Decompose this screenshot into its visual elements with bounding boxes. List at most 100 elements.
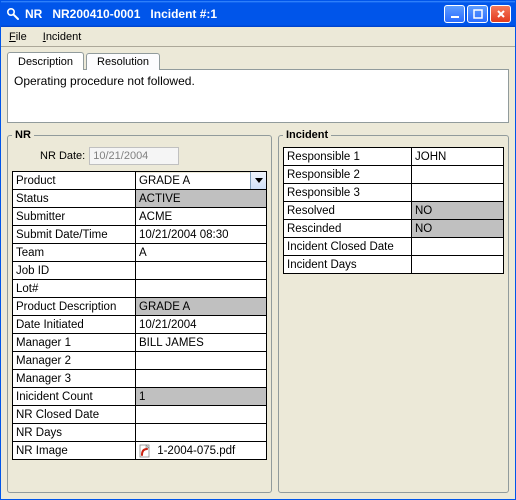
menubar: File Incident	[1, 27, 515, 47]
nr-image-text: 1-2004-075.pdf	[157, 445, 235, 457]
tab-description[interactable]: Description	[7, 52, 84, 70]
table-row: Responsible 1 JOHN	[284, 148, 504, 166]
cell-label: Submitter	[13, 208, 136, 226]
cell-label: Responsible 3	[284, 184, 412, 202]
incident-group: Incident Responsible 1 JOHN Responsible …	[278, 129, 509, 493]
table-row: Manager 2	[13, 352, 267, 370]
cell-label: Lot#	[13, 280, 136, 298]
table-row: Product Description GRADE A	[13, 298, 267, 316]
table-row: Lot#	[13, 280, 267, 298]
table-row: Team A	[13, 244, 267, 262]
cell-value[interactable]: NO	[412, 202, 504, 220]
product-combo-text: GRADE A	[136, 173, 250, 189]
titlebar[interactable]: NR NR200410-0001 Incident #:1	[1, 1, 515, 27]
cell-value[interactable]	[136, 406, 267, 424]
cell-value[interactable]	[412, 166, 504, 184]
cell-label: Status	[13, 190, 136, 208]
lower-panels: NR NR Date: Product GRADE A	[7, 129, 509, 493]
cell-value[interactable]: A	[136, 244, 267, 262]
client-area: Description Resolution Operating procedu…	[1, 47, 515, 499]
cell-value[interactable]	[136, 352, 267, 370]
table-row: Inicident Count 1	[13, 388, 267, 406]
cell-value[interactable]	[136, 280, 267, 298]
menu-incident[interactable]: Incident	[39, 29, 86, 45]
nr-date-input[interactable]	[89, 147, 179, 165]
table-row: Manager 1 BILL JAMES	[13, 334, 267, 352]
cell-label: Submit Date/Time	[13, 226, 136, 244]
cell-label: Job ID	[13, 262, 136, 280]
table-row: Status ACTIVE	[13, 190, 267, 208]
table-row: Responsible 3	[284, 184, 504, 202]
table-row: Rescinded NO	[284, 220, 504, 238]
cell-label: Incident Closed Date	[284, 238, 412, 256]
tab-spacer	[162, 69, 509, 70]
chevron-down-icon[interactable]	[250, 172, 266, 189]
cell-label: Date Initiated	[13, 316, 136, 334]
maximize-button[interactable]	[467, 5, 488, 23]
cell-value[interactable]: 1	[136, 388, 267, 406]
cell-label: Manager 3	[13, 370, 136, 388]
nr-grid-wrap[interactable]: Product GRADE A	[12, 171, 267, 488]
cell-value[interactable]	[136, 262, 267, 280]
cell-label: Team	[13, 244, 136, 262]
cell-label: NR Image	[13, 442, 136, 460]
cell-value[interactable]	[136, 370, 267, 388]
cell-label: Manager 1	[13, 334, 136, 352]
cell-label: NR Closed Date	[13, 406, 136, 424]
cell-value[interactable]: ACME	[136, 208, 267, 226]
cell-value[interactable]: JOHN	[412, 148, 504, 166]
table-row: NR Closed Date	[13, 406, 267, 424]
cell-value[interactable]	[412, 238, 504, 256]
menu-file-rest: ile	[16, 31, 27, 43]
app-window: NR NR200410-0001 Incident #:1 File Incid…	[0, 0, 516, 500]
cell-label: Incident Days	[284, 256, 412, 274]
cell-value[interactable]	[412, 184, 504, 202]
tab-area: Description Resolution Operating procedu…	[7, 50, 509, 123]
cell-label: NR Days	[13, 424, 136, 442]
table-row: Submitter ACME	[13, 208, 267, 226]
nr-group: NR NR Date: Product GRADE A	[7, 129, 272, 493]
incident-grid: Responsible 1 JOHN Responsible 2 Respons…	[283, 147, 504, 274]
nr-grid: Product GRADE A	[12, 171, 267, 460]
app-icon	[5, 6, 21, 22]
cell-value[interactable]: NO	[412, 220, 504, 238]
nr-image-cell[interactable]: 1-2004-075.pdf	[136, 442, 267, 460]
table-row: Incident Days	[284, 256, 504, 274]
cell-value[interactable]: ACTIVE	[136, 190, 267, 208]
cell-value[interactable]	[412, 256, 504, 274]
cell-label: Rescinded	[284, 220, 412, 238]
table-row: Incident Closed Date	[284, 238, 504, 256]
nr-legend: NR	[12, 129, 34, 141]
cell-value[interactable]: 10/21/2004 08:30	[136, 226, 267, 244]
tab-resolution[interactable]: Resolution	[86, 53, 160, 70]
table-row: Date Initiated 10/21/2004	[13, 316, 267, 334]
pdf-icon	[138, 444, 152, 458]
close-button[interactable]	[490, 5, 511, 23]
cell-label: Responsible 2	[284, 166, 412, 184]
cell-label: Manager 2	[13, 352, 136, 370]
table-row: Product GRADE A	[13, 172, 267, 190]
table-row: Manager 3	[13, 370, 267, 388]
incident-grid-wrap[interactable]: Responsible 1 JOHN Responsible 2 Respons…	[283, 147, 504, 488]
cell-value[interactable]: GRADE A	[136, 298, 267, 316]
menu-incident-rest: ncident	[46, 31, 81, 43]
cell-value[interactable]	[136, 424, 267, 442]
incident-legend: Incident	[283, 129, 331, 141]
nr-date-label: NR Date:	[40, 150, 85, 162]
table-row: Submit Date/Time 10/21/2004 08:30	[13, 226, 267, 244]
minimize-button[interactable]	[444, 5, 465, 23]
table-row: NR Days	[13, 424, 267, 442]
window-title: NR NR200410-0001 Incident #:1	[25, 7, 444, 21]
cell-label: Responsible 1	[284, 148, 412, 166]
tab-strip: Description Resolution	[7, 50, 509, 70]
menu-file[interactable]: File	[5, 29, 31, 45]
cell-value[interactable]: BILL JAMES	[136, 334, 267, 352]
table-row: NR Image 1-2004-	[13, 442, 267, 460]
table-row: Job ID	[13, 262, 267, 280]
table-row: Resolved NO	[284, 202, 504, 220]
cell-value[interactable]: 10/21/2004	[136, 316, 267, 334]
description-text[interactable]: Operating procedure not followed.	[7, 69, 509, 123]
product-combo[interactable]: GRADE A	[136, 172, 267, 190]
cell-label: Product Description	[13, 298, 136, 316]
nr-date-row: NR Date:	[40, 147, 267, 165]
